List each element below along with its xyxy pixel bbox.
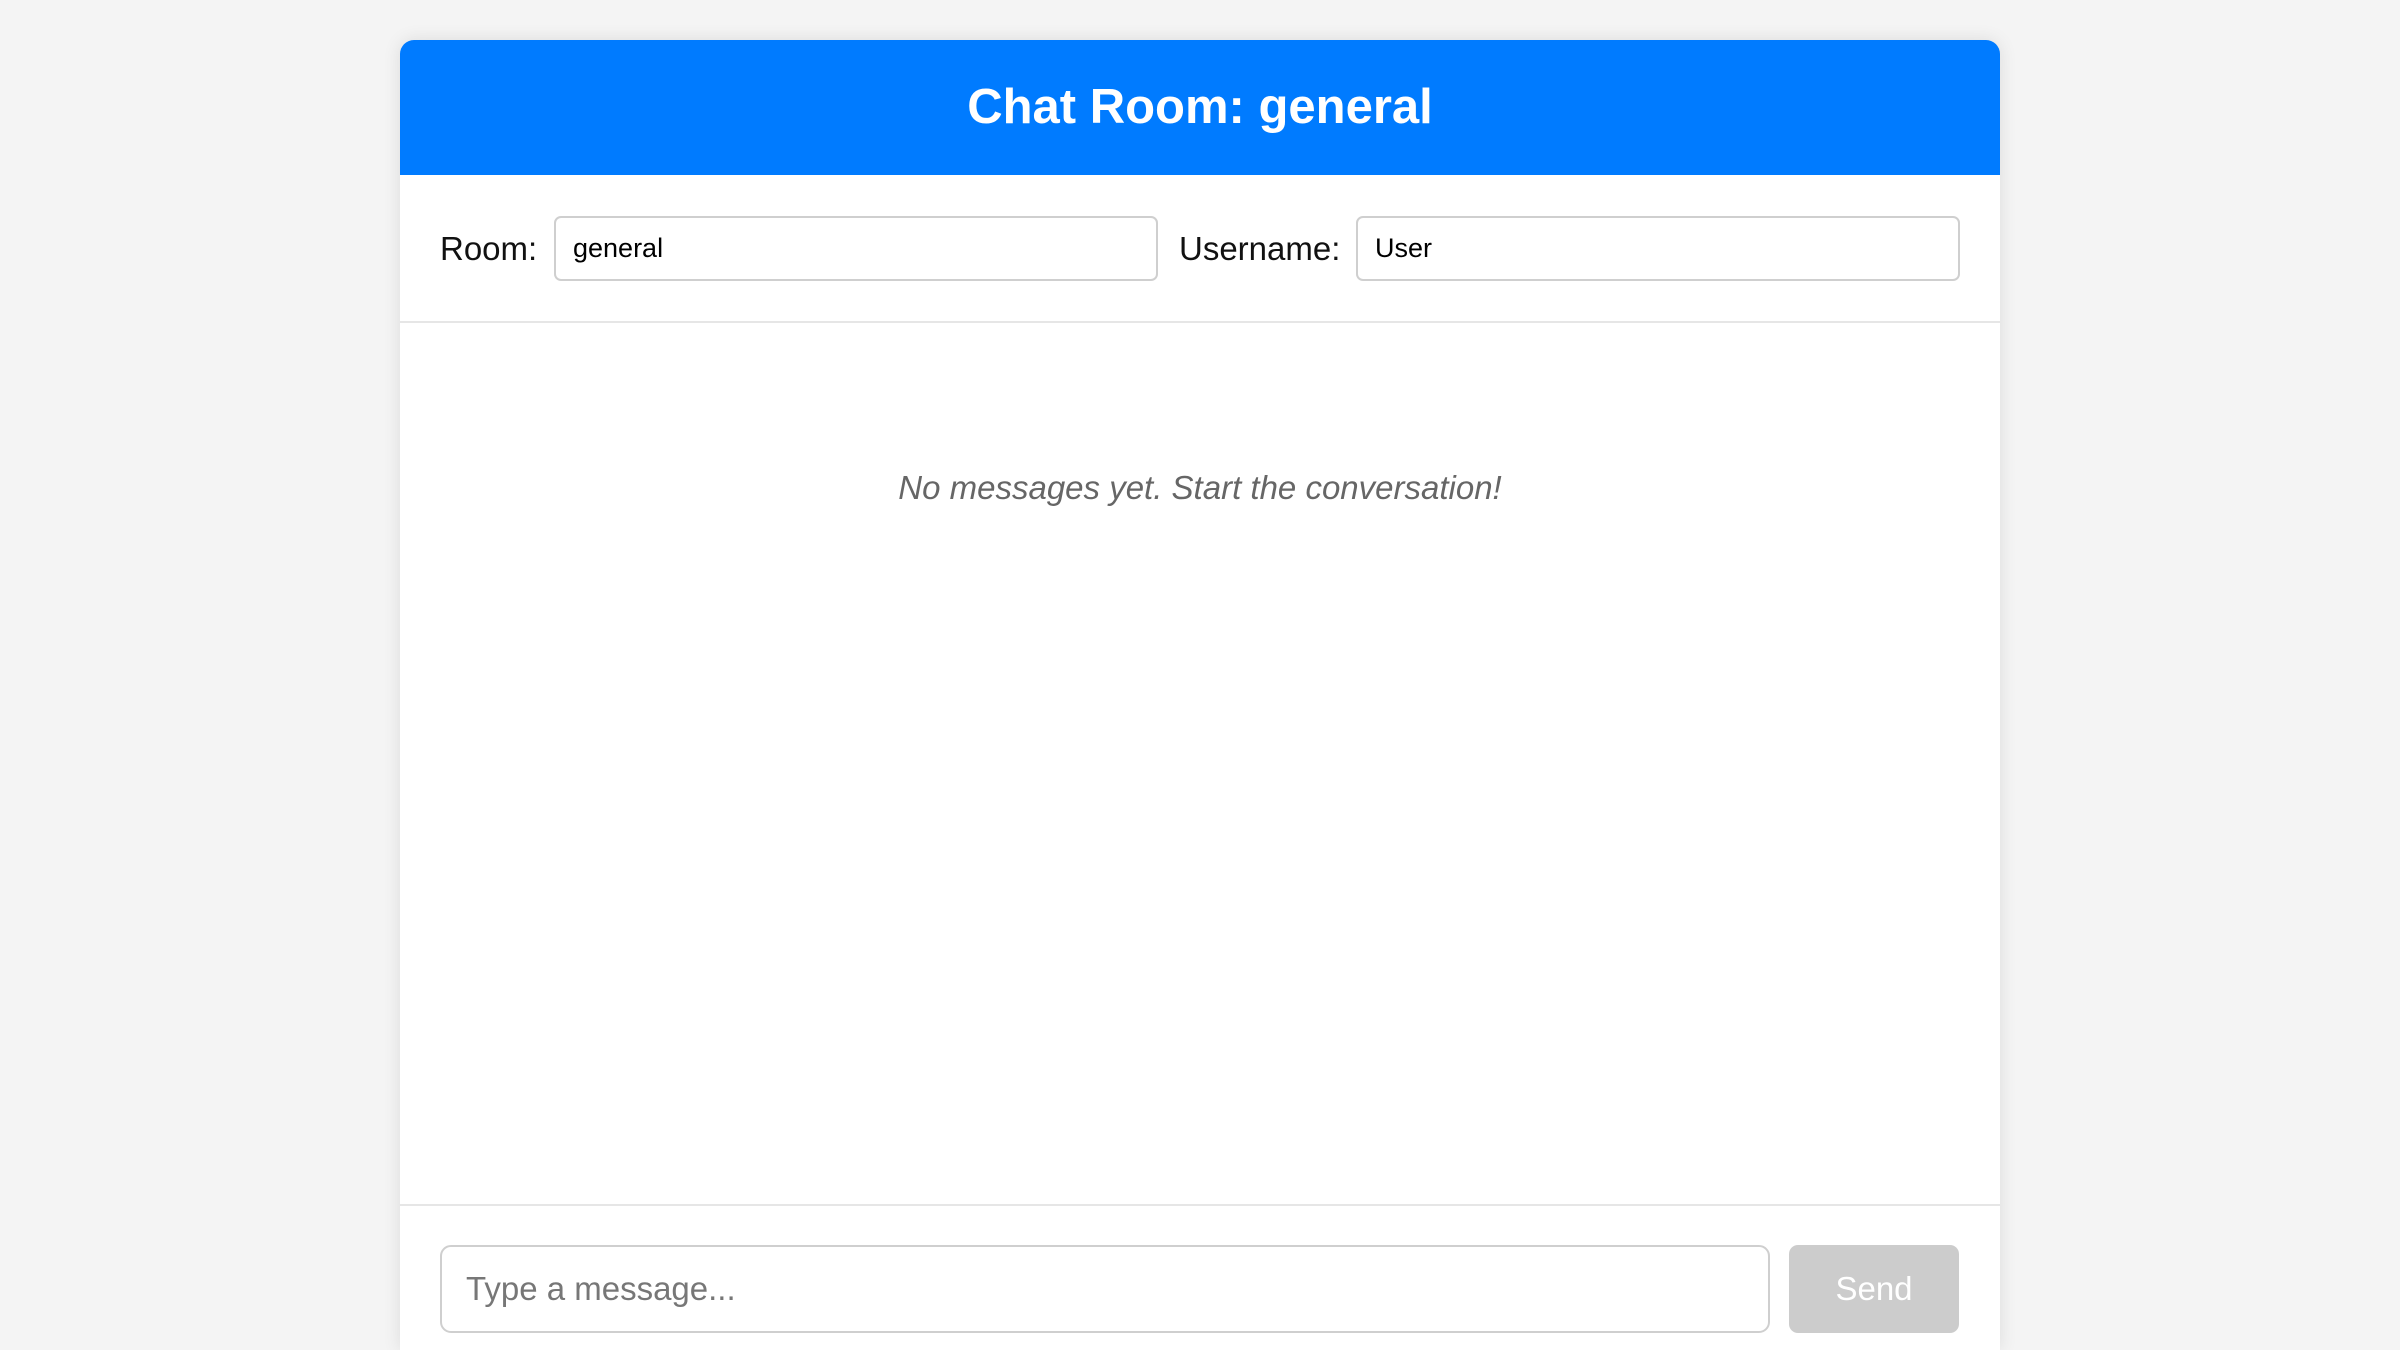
chat-room-title: Chat Room: general bbox=[967, 80, 1433, 134]
messages-list[interactable]: No messages yet. Start the conversation! bbox=[400, 323, 2000, 1204]
message-composer: Send bbox=[400, 1204, 2000, 1350]
empty-messages-text: No messages yet. Start the conversation! bbox=[898, 469, 1502, 506]
chat-window: Chat Room: general Room: Username: No me… bbox=[400, 40, 2000, 1350]
username-label: Username: bbox=[1179, 230, 1341, 267]
chat-settings-bar: Room: Username: bbox=[400, 175, 2000, 323]
message-input[interactable] bbox=[440, 1245, 1770, 1333]
username-input[interactable] bbox=[1356, 216, 1960, 281]
send-button[interactable]: Send bbox=[1789, 1245, 1959, 1333]
room-label: Room: bbox=[440, 230, 538, 267]
chat-header: Chat Room: general bbox=[400, 40, 2000, 175]
room-input[interactable] bbox=[554, 216, 1158, 281]
